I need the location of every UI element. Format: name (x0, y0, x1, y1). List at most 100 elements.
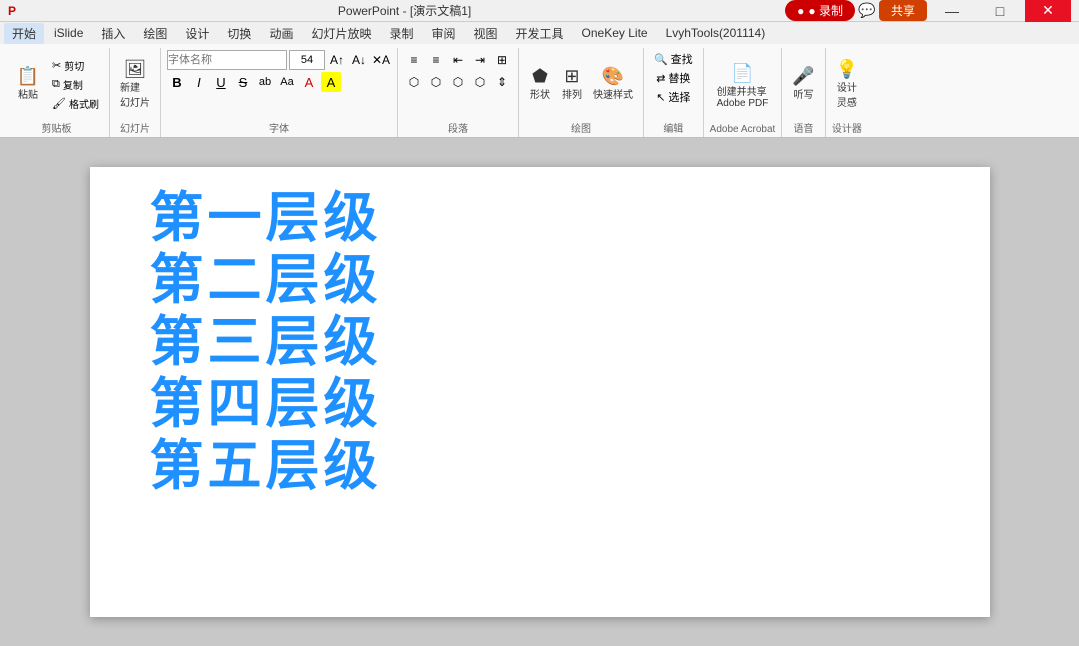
cut-button[interactable]: ✂剪切 (48, 57, 103, 74)
voice-label: 语音 (788, 120, 818, 135)
menu-item-insert[interactable]: 插入 (93, 23, 133, 44)
slide-area: 第一层级 第二层级 第三层级 第四层级 第五层级 (0, 138, 1079, 646)
menu-item-lvyhtools[interactable]: LvyhTools(201114) (658, 24, 774, 42)
copy-button[interactable]: ⧉复制 (48, 76, 103, 93)
italic-button[interactable]: I (189, 72, 209, 92)
format-painter-label: 格式刷 (69, 96, 99, 111)
editing-buttons: 🔍 查找 ⇄ 替换 ↖ 选择 (650, 50, 697, 118)
find-button[interactable]: 🔍 查找 (650, 50, 697, 68)
format-painter-button[interactable]: 🖌格式刷 (48, 95, 103, 112)
new-slide-button[interactable]: 🖼 新建幻灯片 (116, 58, 154, 111)
drawing-label: 绘图 (525, 120, 637, 135)
decrease-indent-button[interactable]: ⇤ (448, 50, 468, 70)
copy-icon: ⧉ (52, 78, 60, 91)
mic-icon: 🎤 (792, 67, 814, 85)
bullets-button[interactable]: ≡ (404, 50, 424, 70)
drawing-buttons: ⬟ 形状 ⊞ 排列 🎨 快速样式 (525, 50, 637, 118)
design-ideas-button[interactable]: 💡 设计灵感 (832, 58, 862, 111)
dictate-button[interactable]: 🎤 听写 (788, 65, 818, 103)
quick-styles-label: 快速样式 (593, 86, 633, 101)
quick-styles-icon: 🎨 (602, 67, 624, 85)
font-size-input[interactable] (289, 50, 325, 70)
drawing-group: ⬟ 形状 ⊞ 排列 🎨 快速样式 绘图 (519, 48, 644, 137)
pdf-icon: 📄 (731, 64, 753, 82)
select-icon: ↖ (656, 91, 665, 104)
shadow-button[interactable]: ab (255, 72, 275, 92)
ribbon-content: 📋 粘贴 ✂剪切 ⧉复制 🖌格式刷 剪贴板 🖼 新建幻灯片 幻灯片 (0, 44, 1079, 137)
align-right-button[interactable]: ⬡ (448, 72, 468, 92)
close-button[interactable]: ✕ (1025, 0, 1071, 22)
font-name-input[interactable] (167, 50, 287, 70)
create-pdf-button[interactable]: 📄 创建并共享Adobe PDF (713, 62, 773, 111)
new-slide-icon: 🖼 (124, 60, 147, 78)
record-icon: ● (797, 4, 804, 18)
replace-label: 替换 (668, 70, 690, 86)
menu-item-islide[interactable]: iSlide (46, 24, 91, 42)
slides-buttons: 🖼 新建幻灯片 (116, 50, 154, 118)
pdf-label: 创建并共享Adobe PDF (717, 83, 769, 109)
design-ideas-label: 设计灵感 (837, 79, 857, 109)
arrange-label: 排列 (562, 86, 582, 101)
arrange-button[interactable]: ⊞ 排列 (557, 65, 587, 103)
shapes-button[interactable]: ⬟ 形状 (525, 65, 555, 103)
clipboard-group: 📋 粘贴 ✂剪切 ⧉复制 🖌格式刷 剪贴板 (4, 48, 110, 137)
select-button[interactable]: ↖ 选择 (652, 88, 694, 106)
underline-button[interactable]: U (211, 72, 231, 92)
strikethrough-button[interactable]: S (233, 72, 253, 92)
menu-item-devtools[interactable]: 开发工具 (508, 23, 572, 44)
case-button[interactable]: Aa (277, 72, 297, 92)
highlight-button[interactable]: A (321, 72, 341, 92)
titlebar: P PowerPoint - [演示文稿1] ● ● 录制 💬 共享 — □ ✕ (0, 0, 1079, 22)
numbering-button[interactable]: ≡ (426, 50, 446, 70)
select-label: 选择 (668, 89, 690, 105)
record-button[interactable]: ● ● 录制 (785, 0, 855, 21)
slide-text-4: 第四层级 (150, 373, 382, 435)
comment-button[interactable]: 💬 (857, 1, 877, 21)
adobe-label: Adobe Acrobat (710, 124, 776, 135)
font-color-button[interactable]: A (299, 72, 319, 92)
menu-item-animation[interactable]: 动画 (261, 23, 301, 44)
menu-item-design[interactable]: 设计 (177, 23, 217, 44)
menu-item-home[interactable]: 开始 (4, 23, 44, 44)
app-logo: P (8, 4, 16, 18)
align-left-button[interactable]: ⬡ (404, 72, 424, 92)
menu-item-review[interactable]: 审阅 (423, 23, 463, 44)
share-label: 共享 (891, 4, 915, 18)
justify-button[interactable]: ⬡ (470, 72, 490, 92)
columns-button[interactable]: ⊞ (492, 50, 512, 70)
design-ideas-icon: 💡 (836, 60, 858, 78)
adobe-buttons: 📄 创建并共享Adobe PDF (713, 50, 773, 122)
increase-font-button[interactable]: A↑ (327, 50, 347, 70)
share-button[interactable]: 共享 (879, 0, 927, 21)
adobe-group: 📄 创建并共享Adobe PDF Adobe Acrobat (704, 48, 783, 137)
replace-button[interactable]: ⇄ 替换 (652, 69, 694, 87)
clear-format-button[interactable]: ✕A (371, 50, 391, 70)
slide-canvas[interactable]: 第一层级 第二层级 第三层级 第四层级 第五层级 (90, 167, 990, 617)
menu-item-draw[interactable]: 绘图 (135, 23, 175, 44)
quick-styles-button[interactable]: 🎨 快速样式 (589, 65, 637, 103)
maximize-button[interactable]: □ (977, 0, 1023, 22)
menu-item-slideshow[interactable]: 幻灯片放映 (303, 23, 379, 44)
dictate-label: 听写 (793, 86, 813, 101)
bold-button[interactable]: B (167, 72, 187, 92)
minimize-button[interactable]: — (929, 0, 975, 22)
decrease-font-button[interactable]: A↓ (349, 50, 369, 70)
clipboard-label: 剪贴板 (10, 120, 103, 135)
shapes-label: 形状 (530, 86, 550, 101)
menu-item-transition[interactable]: 切换 (219, 23, 259, 44)
increase-indent-button[interactable]: ⇥ (470, 50, 490, 70)
menu-item-record[interactable]: 录制 (381, 23, 421, 44)
slide-text-5: 第五层级 (150, 435, 382, 497)
ribbon: 📋 粘贴 ✂剪切 ⧉复制 🖌格式刷 剪贴板 🖼 新建幻灯片 幻灯片 (0, 44, 1079, 138)
align-center-button[interactable]: ⬡ (426, 72, 446, 92)
menu-item-view[interactable]: 视图 (466, 23, 506, 44)
copy-label: 复制 (63, 77, 83, 92)
voice-buttons: 🎤 听写 (788, 50, 818, 118)
slide-text-1: 第一层级 (150, 187, 382, 249)
line-spacing-button[interactable]: ⇕ (492, 72, 512, 92)
menu-item-onekey[interactable]: OneKey Lite (574, 24, 656, 42)
cut-icon: ✂ (52, 59, 61, 72)
find-icon: 🔍 (654, 53, 668, 66)
paste-button[interactable]: 📋 粘贴 (10, 65, 46, 103)
arrange-icon: ⊞ (564, 67, 579, 85)
